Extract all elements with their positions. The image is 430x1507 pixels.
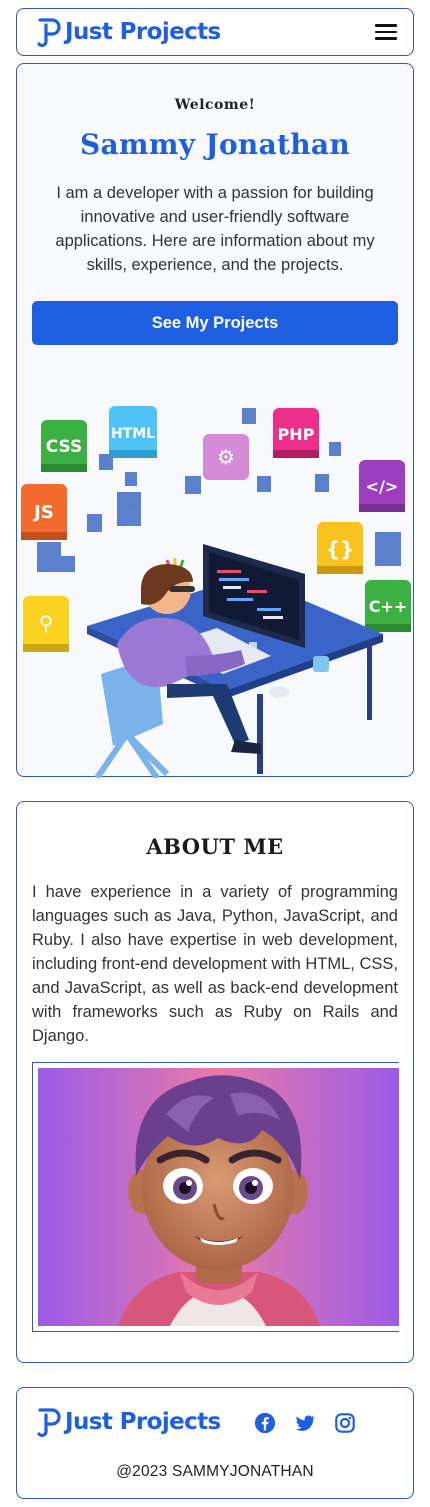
svg-text:⚲: ⚲ <box>39 611 54 635</box>
jp-logo-icon <box>37 1408 61 1437</box>
svg-text:C++: C++ <box>369 597 408 616</box>
hero-description: I am a developer with a passion for buil… <box>55 184 375 274</box>
brand-logo[interactable]: Just Projects <box>37 16 221 48</box>
instagram-icon[interactable] <box>334 1412 356 1434</box>
svg-text:JS: JS <box>32 502 54 523</box>
avatar-image-frame <box>32 1062 399 1332</box>
hamburger-menu-icon[interactable] <box>375 24 397 40</box>
facebook-icon[interactable] <box>254 1412 276 1434</box>
social-links <box>254 1412 356 1434</box>
developer-at-desk-illustration: CSS HTML ⚙ PHP </> JS {} C++ ⚲ <box>21 406 411 778</box>
footer-brand-logo[interactable]: Just Projects <box>37 1406 221 1438</box>
twitter-icon[interactable] <box>294 1412 316 1434</box>
about-section: ABOUT ME I have experience in a variety … <box>16 801 414 1363</box>
svg-text:HTML: HTML <box>111 426 155 442</box>
svg-text:{}: {} <box>326 537 354 561</box>
hero-greeting: Welcome! <box>174 97 256 113</box>
svg-text:CSS: CSS <box>46 437 83 457</box>
svg-text:</>: </> <box>366 477 399 496</box>
copyright-text: @2023 SAMMYJONATHAN <box>116 1463 314 1480</box>
jp-logo-icon <box>37 18 61 47</box>
site-footer: Just Projects @2023 SAMMYJONATHAN <box>16 1387 414 1499</box>
footer-brand-name: Just Projects <box>65 1409 221 1435</box>
cartoon-avatar-portrait <box>38 1068 399 1326</box>
about-title: ABOUT ME <box>146 834 284 859</box>
svg-text:PHP: PHP <box>278 425 315 444</box>
hero-section: Welcome! Sammy Jonathan I am a developer… <box>16 63 414 778</box>
svg-text:⚙: ⚙ <box>217 445 235 469</box>
brand-name: Just Projects <box>65 19 221 45</box>
see-projects-button[interactable]: See My Projects <box>32 301 398 345</box>
site-header: Just Projects <box>16 8 414 56</box>
hero-name: Sammy Jonathan <box>79 128 351 161</box>
about-text: I have experience in a variety of progra… <box>32 883 398 1045</box>
